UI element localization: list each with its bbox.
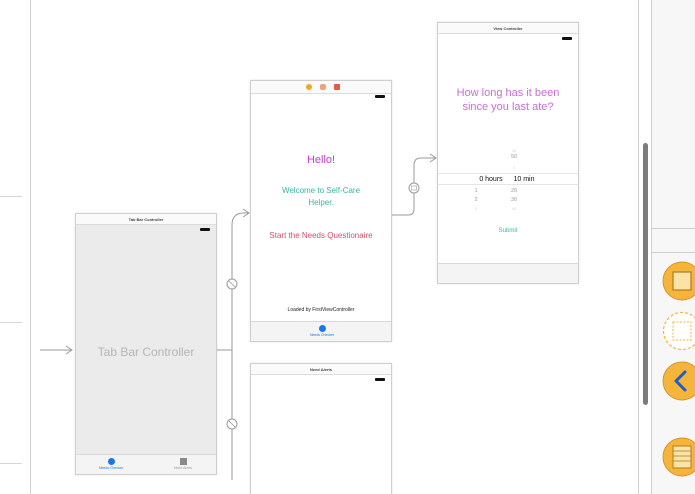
picker-faint-row: 40 [511,206,517,211]
view-controller-scene[interactable]: View Controller How long has it been sin… [437,22,579,284]
battery-icon [375,95,385,98]
blue-dot-icon [107,458,115,465]
battery-icon [375,378,385,381]
picker-minute-below: 20 [510,188,518,194]
picker-hour-below: 2 [474,197,478,203]
panel-divider [652,252,695,253]
outline-divider [0,463,22,464]
question-label: How long has it been since you last ate? [456,87,560,113]
grey-square-icon [179,458,187,465]
picker-faint-row: 3 [474,206,478,211]
scene-placeholder-label: Tab Bar Controller [97,345,195,359]
picker-faint-row: 0 [512,165,516,170]
xcode-storyboard-window: Tab Bar Controller Tab Bar Controller Ne… [0,0,695,494]
exit-icon[interactable] [334,84,340,90]
picker-minute-below: 30 [510,197,518,203]
document-outline-strip [0,0,31,494]
scene-dock [251,81,391,94]
outline-divider [0,196,22,197]
panel-divider [652,228,695,229]
bottom-bar [438,263,578,283]
start-questionnaire-button[interactable]: Start the Needs Questionaire [251,231,391,240]
outline-divider [0,322,22,323]
first-responder-icon[interactable] [320,84,326,90]
loaded-by-label: Loaded by FirstViewController [287,307,355,313]
welcome-label: Welcome to Self-Care Helper. [281,186,361,207]
tab-label: Need Alerts [173,466,193,470]
submit-button[interactable]: Submit [438,228,578,234]
tab-bar: Needs Checker Need Alerts [76,454,216,474]
view-controller-icon[interactable] [306,84,312,90]
canvas-scrollbar[interactable] [638,0,652,494]
tab-needs-checker[interactable]: Needs Checker [86,458,136,470]
need-alerts-scene[interactable]: Need Alerts [250,363,392,494]
blue-dot-icon [318,325,326,332]
table-view-icon[interactable] [662,437,695,477]
navigation-back-icon[interactable] [662,361,695,401]
scrollbar-thumb[interactable] [643,143,648,405]
tab-needs-checker[interactable]: Needs Checker [297,325,347,337]
tab-label: Needs Checker [309,333,335,337]
storyboard-reference-icon[interactable] [662,311,695,351]
object-library-panel [652,0,695,494]
picker-minute-above: 50 [510,154,518,160]
picker-faint-row: 40 [511,148,517,153]
view-controller-icon[interactable] [662,261,695,301]
tab-bar-controller-scene[interactable]: Tab Bar Controller Tab Bar Controller Ne… [75,213,217,475]
picker-hour-below: 1 [474,188,478,194]
scene-title: View Controller [438,23,578,34]
battery-icon [200,228,210,231]
tab-bar: Needs Checker [251,321,391,341]
picker-minutes-selected[interactable]: 10 min [508,176,540,183]
tab-need-alerts[interactable]: Need Alerts [158,458,208,470]
tab-label: Needs Checker [98,466,124,470]
picker-hours-selected[interactable]: 0 hours [474,176,508,183]
first-view-controller-scene[interactable]: Hello! Welcome to Self-Care Helper. Star… [250,80,392,342]
scene-title: Need Alerts [251,364,391,375]
battery-icon [562,37,572,40]
scene-title: Tab Bar Controller [76,214,216,225]
hello-label: Hello! [306,154,336,166]
